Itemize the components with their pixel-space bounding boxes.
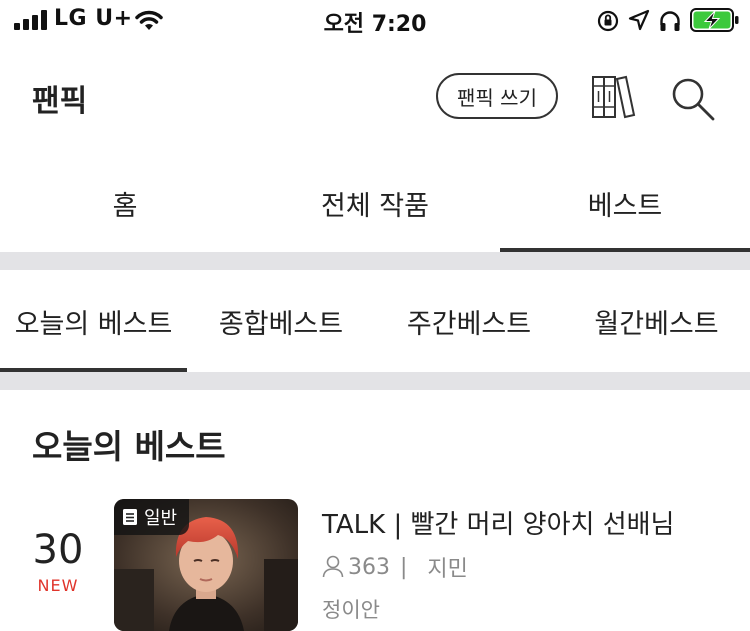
subtab-monthly-best[interactable]: 월간베스트 xyxy=(563,270,750,372)
character-tag[interactable]: 지민 xyxy=(427,551,467,583)
section-divider xyxy=(0,372,750,390)
rank-number: 30 xyxy=(32,527,84,573)
item-meta: 363 | 지민 xyxy=(322,552,468,582)
location-icon xyxy=(628,9,650,31)
section-divider xyxy=(0,252,750,270)
genre-badge: 일반 xyxy=(114,499,190,535)
main-tab-bar: 홈 전체 작품 베스트 xyxy=(0,160,750,252)
subtab-overall-best-label: 종합베스트 xyxy=(218,309,344,340)
tab-all-works[interactable]: 전체 작품 xyxy=(250,160,500,252)
tab-best-label: 베스트 xyxy=(587,191,663,222)
headphones-icon xyxy=(660,11,680,31)
item-title[interactable]: TALK | 빨간 머리 양아치 선배님 xyxy=(322,504,674,541)
library-icon[interactable] xyxy=(590,74,636,120)
subtab-today-best-label: 오늘의 베스트 xyxy=(14,309,173,340)
tab-all-works-label: 전체 작품 xyxy=(321,191,429,222)
subtab-monthly-best-label: 월간베스트 xyxy=(594,309,719,340)
tab-best[interactable]: 베스트 xyxy=(500,160,750,252)
status-bar: LG U+ 오전 7:20 xyxy=(0,0,750,40)
search-icon[interactable] xyxy=(670,76,716,122)
subtab-weekly-best[interactable]: 주간베스트 xyxy=(375,270,563,372)
subtab-today-best[interactable]: 오늘의 베스트 xyxy=(0,270,187,372)
tab-home-label: 홈 xyxy=(112,191,138,222)
rank-new-badge: NEW xyxy=(37,576,79,595)
view-count: 363 xyxy=(348,554,390,580)
tab-home[interactable]: 홈 xyxy=(0,160,250,252)
item-author[interactable]: 정이안 xyxy=(322,594,380,624)
meta-separator: | xyxy=(400,554,408,580)
page-title: 팬픽 xyxy=(32,84,88,119)
battery-icon xyxy=(690,8,739,32)
section-title: 오늘의 베스트 xyxy=(32,427,226,466)
subtab-overall-best[interactable]: 종합베스트 xyxy=(187,270,375,372)
subtab-weekly-best-label: 주간베스트 xyxy=(406,309,532,340)
genre-badge-label: 일반 xyxy=(144,508,178,529)
orientation-lock-icon xyxy=(597,10,619,32)
sub-tab-bar: 오늘의 베스트 종합베스트 주간베스트 월간베스트 xyxy=(0,270,750,372)
document-icon xyxy=(123,509,137,525)
user-icon xyxy=(322,555,344,578)
write-fanfic-button[interactable]: 팬픽 쓰기 xyxy=(436,73,558,119)
